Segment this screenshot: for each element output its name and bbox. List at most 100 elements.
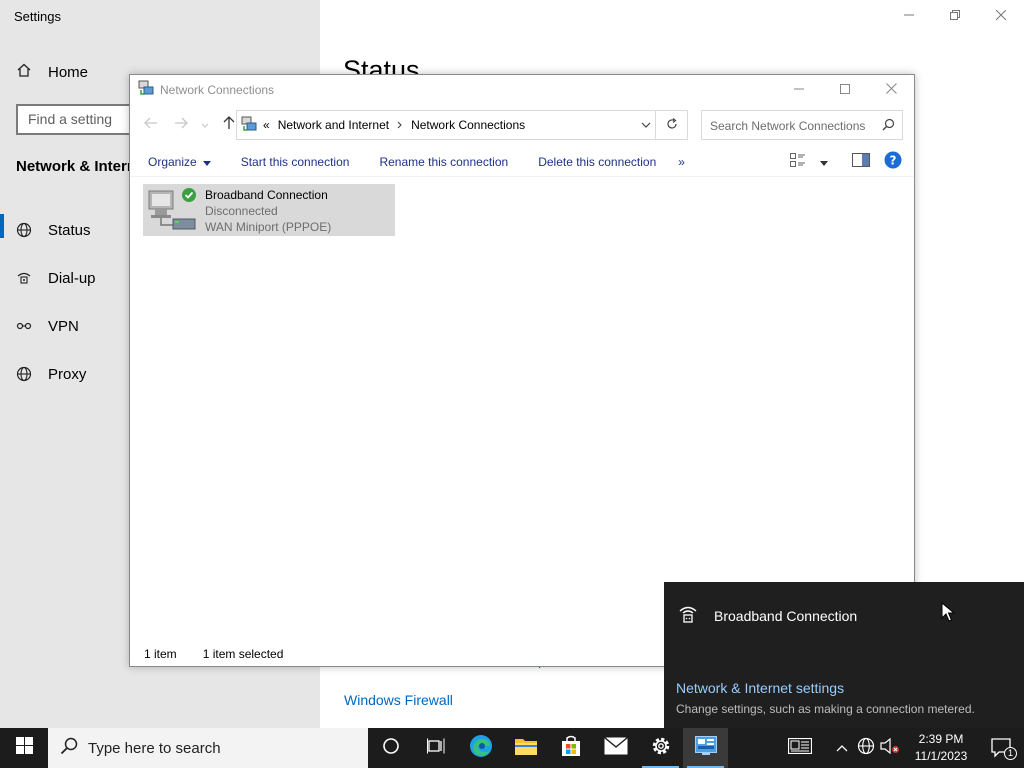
address-dropdown-icon[interactable] bbox=[641, 118, 651, 132]
network-flyout: Broadband Connection Network & Internet … bbox=[664, 582, 1024, 728]
nav-label-dialup: Dial-up bbox=[48, 269, 96, 287]
network-connections-taskbar-button[interactable] bbox=[683, 728, 728, 768]
breadcrumb-network-and-internet[interactable]: Network and Internet bbox=[278, 118, 389, 132]
breadcrumb-separator-icon bbox=[397, 118, 403, 132]
home-label: Home bbox=[48, 63, 89, 81]
news-icon bbox=[787, 737, 813, 759]
network-settings-description: Change settings, such as making a connec… bbox=[676, 702, 975, 716]
change-view-button[interactable] bbox=[790, 153, 828, 170]
search-placeholder: Search Network Connections bbox=[710, 119, 866, 133]
start-button[interactable] bbox=[0, 728, 48, 768]
command-bar: Organize Start this connection Rename th… bbox=[130, 147, 914, 177]
flyout-connection-name: Broadband Connection bbox=[714, 607, 858, 624]
clock-time: 2:39 PM bbox=[918, 732, 964, 746]
address-bar[interactable]: « Network and Internet Network Connectio… bbox=[236, 110, 688, 140]
file-explorer-taskbar-button[interactable] bbox=[503, 728, 548, 768]
volume-muted-icon bbox=[880, 737, 900, 759]
mouse-pointer-icon bbox=[941, 601, 956, 627]
back-button[interactable] bbox=[138, 112, 164, 138]
netwin-controls bbox=[776, 75, 914, 105]
mail-icon bbox=[603, 736, 628, 760]
forward-button[interactable] bbox=[168, 112, 194, 138]
cortana-icon bbox=[382, 737, 400, 760]
home-icon bbox=[16, 62, 32, 82]
chevron-down-icon bbox=[820, 155, 828, 169]
taskbar-search-placeholder: Type here to search bbox=[88, 739, 221, 757]
refresh-icon bbox=[666, 117, 678, 133]
windows-logo-icon bbox=[15, 737, 33, 759]
svg-text:?: ? bbox=[890, 154, 897, 168]
volume-button[interactable] bbox=[878, 728, 902, 768]
home-nav-item[interactable]: Home bbox=[16, 62, 88, 82]
minimize-button[interactable] bbox=[886, 0, 932, 32]
edge-icon bbox=[469, 734, 493, 763]
vpn-icon bbox=[16, 318, 32, 334]
show-hidden-icons-button[interactable] bbox=[830, 728, 854, 768]
connection-device: WAN Miniport (PPPOE) bbox=[205, 220, 332, 234]
nav-label-vpn: VPN bbox=[48, 317, 79, 335]
forward-arrow-icon bbox=[174, 116, 188, 134]
action-center-button[interactable]: 1 bbox=[980, 728, 1024, 768]
start-connection-button[interactable]: Start this connection bbox=[241, 155, 350, 169]
notification-icon: 1 bbox=[991, 738, 1017, 760]
details-view-icon bbox=[790, 153, 806, 170]
list-item-broadband-connection[interactable]: Broadband Connection Disconnected WAN Mi… bbox=[143, 184, 395, 236]
connection-status: Disconnected bbox=[205, 204, 278, 218]
globe-icon bbox=[16, 366, 32, 382]
network-internet-settings-link[interactable]: Network & Internet settings bbox=[676, 680, 844, 696]
globe-icon bbox=[16, 222, 32, 238]
news-button[interactable] bbox=[780, 728, 820, 768]
refresh-button[interactable] bbox=[655, 111, 687, 139]
search-network-connections-input[interactable]: Search Network Connections bbox=[701, 110, 903, 140]
taskbar-search-box[interactable]: Type here to search bbox=[48, 728, 368, 768]
taskbar: Type here to search 2:39 PM 11/1/2023 1 bbox=[0, 728, 1024, 768]
more-commands-button[interactable]: » bbox=[678, 155, 685, 169]
rename-connection-button[interactable]: Rename this connection bbox=[379, 155, 508, 169]
netwin-titlebar[interactable]: Network Connections bbox=[130, 75, 914, 105]
taskbar-clock[interactable]: 2:39 PM 11/1/2023 bbox=[902, 731, 980, 765]
mail-taskbar-button[interactable] bbox=[593, 728, 638, 768]
help-icon: ? bbox=[884, 151, 902, 172]
preview-pane-button[interactable] bbox=[852, 153, 870, 170]
restore-button[interactable] bbox=[932, 0, 978, 32]
task-view-button[interactable] bbox=[413, 728, 458, 768]
network-connections-icon bbox=[138, 80, 154, 101]
network-connections-icon bbox=[241, 116, 257, 135]
flyout-connection-item[interactable]: Broadband Connection bbox=[678, 604, 857, 627]
connection-name: Broadband Connection bbox=[205, 188, 328, 202]
chevron-up-icon bbox=[836, 739, 848, 757]
window-title: Network Connections bbox=[160, 83, 275, 97]
notification-badge: 1 bbox=[1004, 747, 1017, 760]
organize-label: Organize bbox=[148, 154, 197, 169]
nav-label-status: Status bbox=[48, 221, 91, 239]
dialup-icon bbox=[678, 604, 698, 627]
breadcrumb-overflow[interactable]: « bbox=[263, 118, 270, 132]
selected-count: 1 item selected bbox=[202, 647, 284, 661]
organize-button[interactable]: Organize bbox=[148, 155, 211, 169]
minimize-button[interactable] bbox=[776, 75, 822, 105]
up-arrow-icon bbox=[223, 115, 235, 135]
maximize-icon bbox=[840, 81, 850, 99]
maximize-button[interactable] bbox=[822, 75, 868, 105]
close-icon bbox=[995, 7, 1007, 25]
store-taskbar-button[interactable] bbox=[548, 728, 593, 768]
network-tray-button[interactable] bbox=[854, 728, 878, 768]
clock-date: 11/1/2023 bbox=[914, 749, 968, 763]
nav-label-proxy: Proxy bbox=[48, 365, 87, 383]
chevron-down-icon bbox=[201, 116, 209, 134]
control-panel-icon bbox=[694, 735, 717, 761]
settings-taskbar-button[interactable] bbox=[638, 728, 683, 768]
network-adapter-icon bbox=[147, 187, 197, 238]
task-view-icon bbox=[426, 738, 445, 759]
help-button[interactable]: ? bbox=[884, 151, 902, 172]
edge-taskbar-button[interactable] bbox=[458, 728, 503, 768]
search-icon bbox=[60, 737, 78, 759]
cortana-button[interactable] bbox=[368, 728, 413, 768]
recent-locations-button[interactable] bbox=[198, 112, 212, 138]
delete-connection-button[interactable]: Delete this connection bbox=[538, 155, 656, 169]
breadcrumb-network-connections[interactable]: Network Connections bbox=[411, 118, 525, 132]
windows-firewall-link[interactable]: Windows Firewall bbox=[344, 692, 453, 708]
close-button[interactable] bbox=[978, 0, 1024, 32]
settings-app-title: Settings bbox=[14, 9, 61, 24]
close-button[interactable] bbox=[868, 75, 914, 105]
